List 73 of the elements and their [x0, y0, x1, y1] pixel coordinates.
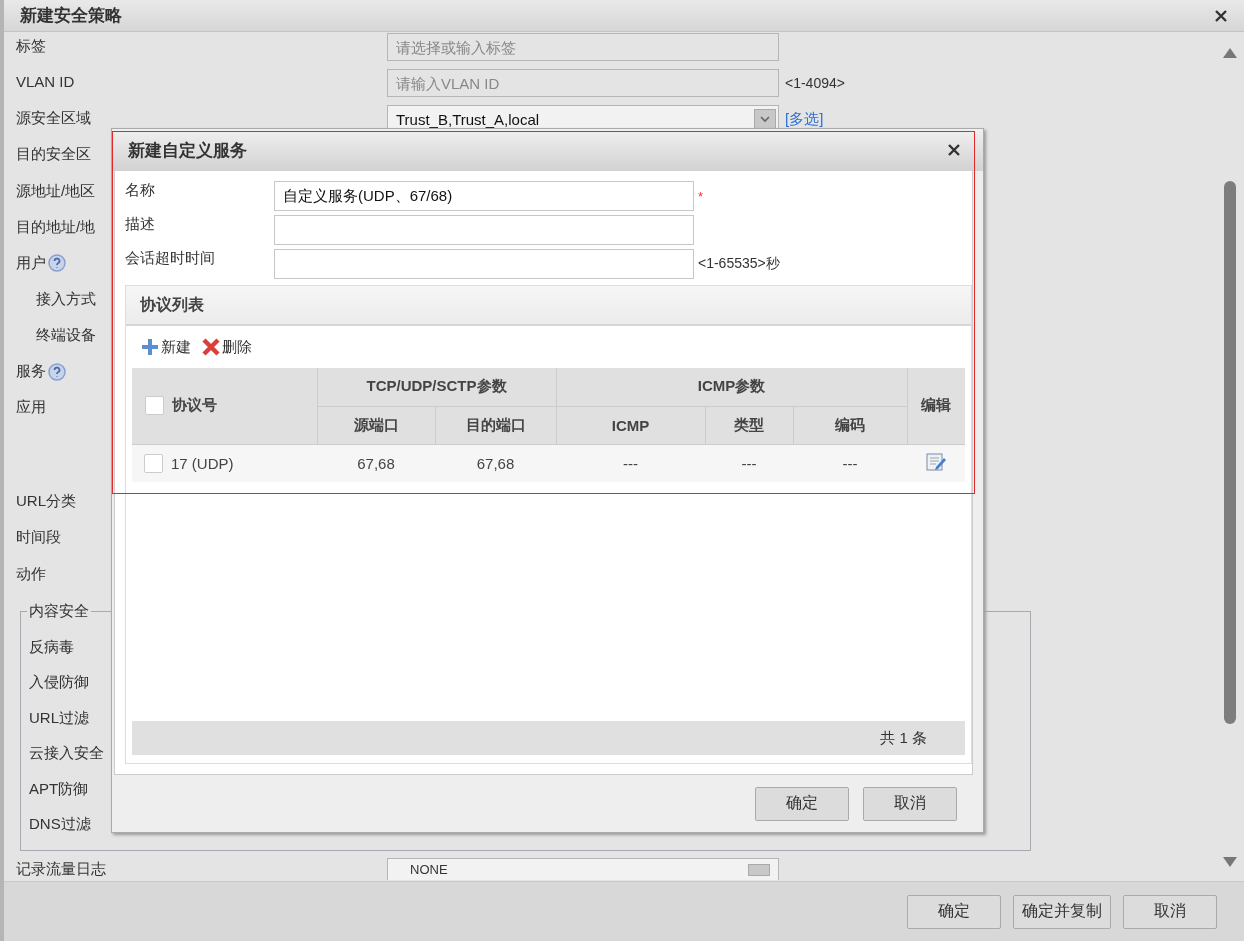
dialog-button[interactable]: 取消 [863, 786, 957, 821]
cross-icon [201, 337, 221, 357]
checkbox[interactable] [144, 454, 163, 473]
field-label: VLAN ID [16, 73, 75, 91]
field-label: 应用 [16, 398, 46, 418]
column-header: ICMP [556, 406, 705, 444]
column-group-header: ICMP参数 [556, 368, 907, 406]
scroll-down-icon[interactable] [1223, 857, 1237, 867]
text-field[interactable]: 自定义服务(UDP、67/68) [274, 181, 694, 211]
field-label: APT防御 [29, 779, 89, 799]
record-count: 共 1 条 [880, 728, 927, 748]
field-label: URL分类 [16, 492, 76, 512]
range-hint: <1-4094> [785, 75, 845, 92]
field-label: 终端设备 [36, 326, 96, 345]
add-button[interactable]: 新建 [140, 337, 191, 357]
field-label: DNS过滤 [29, 815, 91, 835]
multi-select-link[interactable]: [多选] [785, 109, 824, 129]
field-label: 源地址/地区 [16, 181, 96, 201]
table-cell: --- [793, 444, 907, 482]
field-label: 接入方式 [36, 289, 96, 309]
plus-icon [140, 337, 160, 357]
table-cell: 67,68 [435, 444, 556, 482]
close-icon[interactable] [947, 143, 961, 157]
field-label: 云接入安全 [29, 744, 104, 764]
field-label: 名称 [125, 180, 156, 200]
text-field[interactable] [274, 215, 694, 245]
field-label: 动作 [16, 564, 46, 584]
table-cell: --- [705, 444, 793, 482]
dialog-button[interactable]: 确定 [755, 786, 849, 821]
help-icon[interactable] [48, 362, 66, 381]
text-field[interactable] [274, 249, 694, 279]
edit-icon[interactable] [925, 450, 947, 473]
field-label: 标签 [16, 37, 46, 56]
window-title: 新建安全策略 [20, 5, 122, 27]
field-label: 用户 [16, 253, 46, 273]
range-hint: <1-65535>秒 [698, 255, 780, 273]
field-label: URL过滤 [29, 708, 89, 728]
required-mark: * [698, 188, 704, 204]
footer-button[interactable]: 取消 [1123, 894, 1217, 929]
help-icon[interactable] [48, 254, 66, 273]
delete-button[interactable]: 删除 [201, 337, 252, 357]
field-label: 描述 [125, 214, 156, 234]
log-select[interactable]: NONE [387, 858, 779, 881]
scrollbar-thumb[interactable] [1224, 181, 1236, 724]
table-cell: 17 (UDP) [171, 455, 234, 472]
table-cell: --- [556, 444, 705, 482]
checkbox[interactable] [145, 396, 164, 416]
text-field[interactable]: 请输入VLAN ID [387, 69, 779, 98]
field-label: 服务 [16, 362, 46, 382]
column-header: 编辑 [921, 396, 952, 414]
column-group-header: TCP/UDP/SCTP参数 [317, 368, 556, 406]
close-icon[interactable] [1214, 8, 1228, 23]
field-label: 时间段 [16, 528, 61, 548]
field-label: 反病毒 [29, 637, 74, 657]
field-label: 会话超时时间 [125, 248, 216, 268]
panel-title: 协议列表 [140, 294, 204, 315]
field-label: 目的地址/地 [16, 217, 96, 237]
footer-button[interactable]: 确定并复制 [1013, 894, 1111, 929]
field-label: 目的安全区 [16, 145, 91, 165]
text-field[interactable]: 请选择或输入标签 [387, 33, 779, 61]
dialog-title: 新建自定义服务 [128, 139, 247, 162]
footer-button[interactable]: 确定 [907, 894, 1001, 929]
column-header: 源端口 [317, 406, 435, 444]
column-header: 协议号 [172, 396, 217, 416]
field-label: 记录流量日志 [16, 859, 107, 879]
column-header: 类型 [705, 406, 793, 444]
column-header: 编码 [793, 406, 907, 444]
column-header: 目的端口 [435, 406, 556, 444]
field-label: 源安全区域 [16, 109, 91, 129]
scroll-up-icon[interactable] [1223, 48, 1237, 58]
field-label: 入侵防御 [29, 673, 89, 693]
table-cell: 67,68 [317, 444, 435, 482]
group-title: 内容安全 [27, 601, 91, 621]
